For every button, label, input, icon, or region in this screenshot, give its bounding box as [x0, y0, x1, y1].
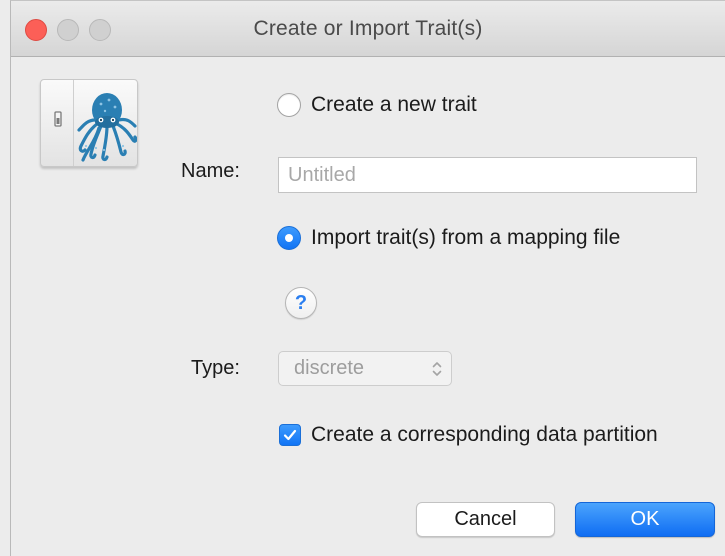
cancel-button[interactable]: Cancel	[416, 502, 555, 537]
ok-button[interactable]: OK	[575, 502, 715, 537]
type-label: Type:	[191, 357, 240, 379]
create-new-trait-radio[interactable]	[277, 93, 301, 117]
import-mapping-radio[interactable]	[277, 226, 301, 250]
name-input[interactable]	[278, 157, 697, 193]
create-new-trait-label[interactable]: Create a new trait	[311, 93, 477, 117]
window-title: Create or Import Trait(s)	[253, 17, 483, 40]
import-mapping-label[interactable]: Import trait(s) from a mapping file	[311, 226, 620, 250]
octopus-icon	[54, 93, 137, 162]
title-bar[interactable]: Create or Import Trait(s)	[11, 1, 725, 57]
create-partition-label[interactable]: Create a corresponding data partition	[311, 423, 658, 447]
create-partition-checkbox[interactable]	[279, 424, 301, 446]
create-import-trait-dialog: Create or Import Trait(s) Create a new t…	[10, 0, 725, 556]
checkmark-icon	[283, 429, 297, 441]
type-select-value: discrete	[294, 357, 365, 379]
help-button[interactable]: ?	[285, 287, 317, 319]
app-icon	[40, 79, 138, 167]
up-down-chevron-icon	[432, 362, 442, 376]
type-select[interactable]: discrete	[278, 351, 452, 386]
name-label: Name:	[181, 160, 240, 182]
